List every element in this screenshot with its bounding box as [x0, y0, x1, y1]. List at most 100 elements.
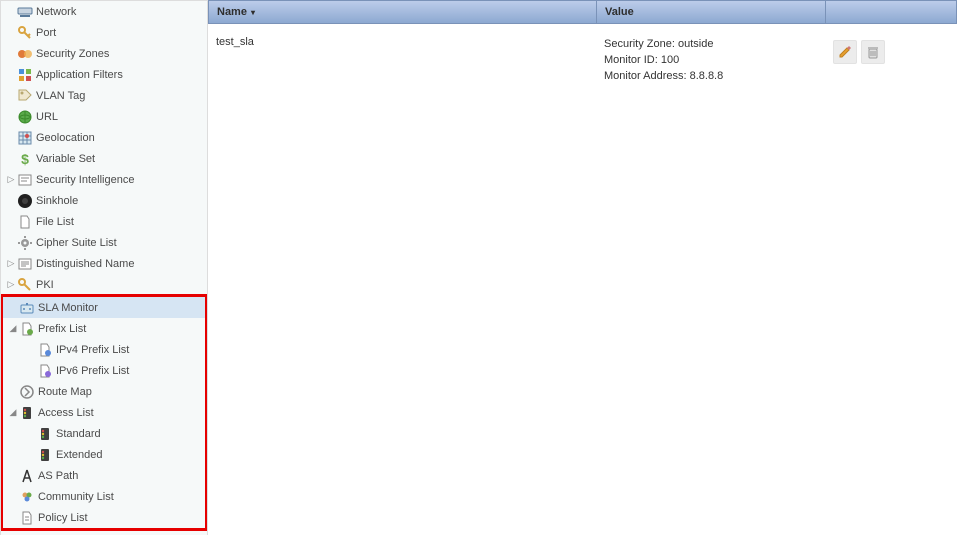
- tree-item-security-zones[interactable]: Security Zones: [1, 43, 207, 64]
- tree-item-policy-list[interactable]: Policy List: [3, 507, 205, 528]
- tree-item-ipv6-prefix-list[interactable]: IPv6 Prefix List: [3, 360, 205, 381]
- key2-icon: [17, 277, 33, 293]
- tree-item-label: Standard: [56, 428, 101, 440]
- tree-main: Network Port Security Zones Application Fil…: [1, 1, 207, 295]
- tree-item-label: Variable Set: [36, 153, 95, 165]
- network-icon: [17, 4, 33, 20]
- tree-item-label: Prefix List: [38, 323, 86, 335]
- tree-item-as-path[interactable]: AS Path: [3, 465, 205, 486]
- tree-item-label: Extended: [56, 449, 102, 461]
- col-header-actions: [826, 1, 886, 23]
- tree-item-label: Distinguished Name: [36, 258, 134, 270]
- tree-item-label: File List: [36, 216, 74, 228]
- file-icon: [17, 214, 33, 230]
- tag-icon: [17, 88, 33, 104]
- col-name-label: Name: [217, 6, 247, 18]
- svg-text:$: $: [21, 151, 29, 167]
- tree-item-network[interactable]: Network: [1, 1, 207, 22]
- col-header-spacer: [886, 1, 956, 23]
- tree-item-route-map[interactable]: Route Map: [3, 381, 205, 402]
- policy-icon: [19, 510, 35, 526]
- tree-item-label: Route Map: [38, 386, 92, 398]
- routemap-icon: [19, 384, 35, 400]
- community-icon: [19, 489, 35, 505]
- table-row: test_slaSecurity Zone: outsideMonitor ID…: [208, 24, 957, 88]
- tree-item-label: Cipher Suite List: [36, 237, 117, 249]
- tree-item-label: Geolocation: [36, 132, 95, 144]
- prefix4-icon: [37, 342, 53, 358]
- prefix-icon: [19, 321, 35, 337]
- acl-ext-icon: [37, 447, 53, 463]
- cell-name: test_sla: [208, 36, 596, 88]
- tree-item-label: IPv6 Prefix List: [56, 365, 129, 377]
- tree-item-extended[interactable]: Extended: [3, 444, 205, 465]
- tree-item-pki[interactable]: ▷ PKI: [1, 274, 207, 295]
- tree-item-label: Network: [36, 6, 76, 18]
- tree-item-label: PKI: [36, 279, 54, 291]
- tree-item-label: VLAN Tag: [36, 90, 85, 102]
- tree-item-standard[interactable]: Standard: [3, 423, 205, 444]
- tree-item-cipher-suite-list[interactable]: Cipher Suite List: [1, 232, 207, 253]
- gear-icon: [17, 235, 33, 251]
- tree-item-label: Access List: [38, 407, 94, 419]
- tree-item-ipv4-prefix-list[interactable]: IPv4 Prefix List: [3, 339, 205, 360]
- tree-highlighted-region: SLA Monitor ◢ Prefix List IPv4 Prefix List I…: [0, 294, 208, 531]
- col-header-value[interactable]: Value: [597, 1, 826, 23]
- tree-item-label: URL: [36, 111, 58, 123]
- tree-item-vlan-tag[interactable]: VLAN Tag: [1, 85, 207, 106]
- expander-icon[interactable]: ◢: [7, 323, 19, 334]
- table-body: test_slaSecurity Zone: outsideMonitor ID…: [208, 24, 957, 88]
- tree-item-geolocation[interactable]: Geolocation: [1, 127, 207, 148]
- tree-item-label: Policy List: [38, 512, 88, 524]
- tree-item-community-list[interactable]: Community List: [3, 486, 205, 507]
- tree-item-label: Port: [36, 27, 56, 39]
- tree-item-url[interactable]: URL: [1, 106, 207, 127]
- cell-value: Security Zone: outsideMonitor ID: 100Mon…: [596, 36, 825, 88]
- tree-item-label: IPv4 Prefix List: [56, 344, 129, 356]
- tree-item-sinkhole[interactable]: Sinkhole: [1, 190, 207, 211]
- sla-icon: [19, 300, 35, 316]
- dn-icon: [17, 256, 33, 272]
- table-header: Name ▾ Value: [208, 0, 957, 24]
- zones-icon: [17, 46, 33, 62]
- sinkhole-icon: [17, 193, 33, 209]
- tree-item-access-list[interactable]: ◢ Access List: [3, 402, 205, 423]
- expander-icon[interactable]: ◢: [7, 407, 19, 418]
- tree-item-prefix-list[interactable]: ◢ Prefix List: [3, 318, 205, 339]
- key-icon: [17, 25, 33, 41]
- prefix6-icon: [37, 363, 53, 379]
- cell-actions: [825, 36, 885, 88]
- sidebar: Network Port Security Zones Application Fil…: [0, 0, 208, 535]
- expander-icon[interactable]: ▷: [5, 174, 17, 185]
- dollar-icon: $: [17, 151, 33, 167]
- tree-item-variable-set[interactable]: $ Variable Set: [1, 148, 207, 169]
- delete-button[interactable]: [861, 40, 885, 64]
- geo-icon: [17, 130, 33, 146]
- tree-item-label: SLA Monitor: [38, 302, 98, 314]
- tree-item-label: Security Zones: [36, 48, 109, 60]
- col-value-label: Value: [605, 6, 634, 18]
- sort-asc-icon: ▾: [251, 8, 255, 17]
- main-panel: Name ▾ Value test_slaSecurity Zone: outs…: [208, 0, 957, 535]
- appfilter-icon: [17, 67, 33, 83]
- tree-item-application-filters[interactable]: Application Filters: [1, 64, 207, 85]
- pencil-icon: [838, 45, 852, 59]
- tree-item-sla-monitor[interactable]: SLA Monitor: [3, 297, 205, 318]
- tree-item-label: AS Path: [38, 470, 78, 482]
- aspath-icon: [19, 468, 35, 484]
- trash-icon: [866, 45, 880, 59]
- tree-item-security-intelligence[interactable]: ▷ Security Intelligence: [1, 169, 207, 190]
- intel-icon: [17, 172, 33, 188]
- acl-icon: [19, 405, 35, 421]
- tree-item-file-list[interactable]: File List: [1, 211, 207, 232]
- tree-item-port[interactable]: Port: [1, 22, 207, 43]
- url-icon: [17, 109, 33, 125]
- expander-icon[interactable]: ▷: [5, 258, 17, 269]
- col-header-name[interactable]: Name ▾: [209, 1, 597, 23]
- acl-std-icon: [37, 426, 53, 442]
- expander-icon[interactable]: ▷: [5, 279, 17, 290]
- tree-item-distinguished-name[interactable]: ▷ Distinguished Name: [1, 253, 207, 274]
- edit-button[interactable]: [833, 40, 857, 64]
- tree-item-label: Security Intelligence: [36, 174, 134, 186]
- tree-item-label: Community List: [38, 491, 114, 503]
